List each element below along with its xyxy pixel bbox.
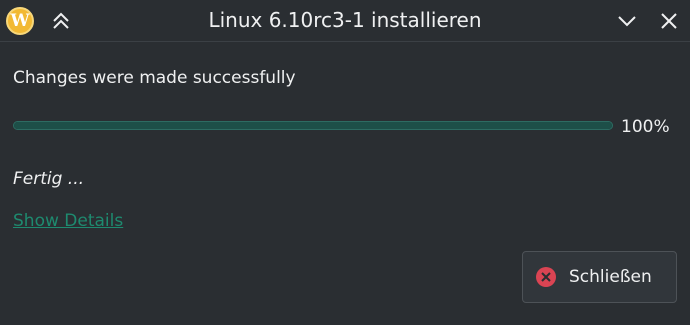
progress-percent-label: 100% <box>621 117 670 137</box>
window-title: Linux 6.10rc3-1 installieren <box>208 8 482 32</box>
install-dialog-window: W Linux 6.10rc3-1 installieren Changes w… <box>0 0 690 325</box>
chevron-down-icon <box>618 16 636 27</box>
minimize-button[interactable] <box>612 6 642 36</box>
title-bar[interactable]: W Linux 6.10rc3-1 installieren <box>0 0 690 42</box>
close-dialog-button-label: Schließen <box>569 267 652 287</box>
show-details-link[interactable]: Show Details <box>13 209 123 233</box>
close-dialog-button[interactable]: Schließen <box>522 251 677 303</box>
status-message: Changes were made successfully <box>13 68 296 88</box>
current-step-text: Fertig ... <box>13 169 85 189</box>
dialog-close-icon <box>535 266 557 288</box>
window-close-button[interactable] <box>654 6 684 36</box>
progress-bar <box>13 121 613 130</box>
close-icon <box>661 13 677 29</box>
progress-fill <box>14 122 612 129</box>
